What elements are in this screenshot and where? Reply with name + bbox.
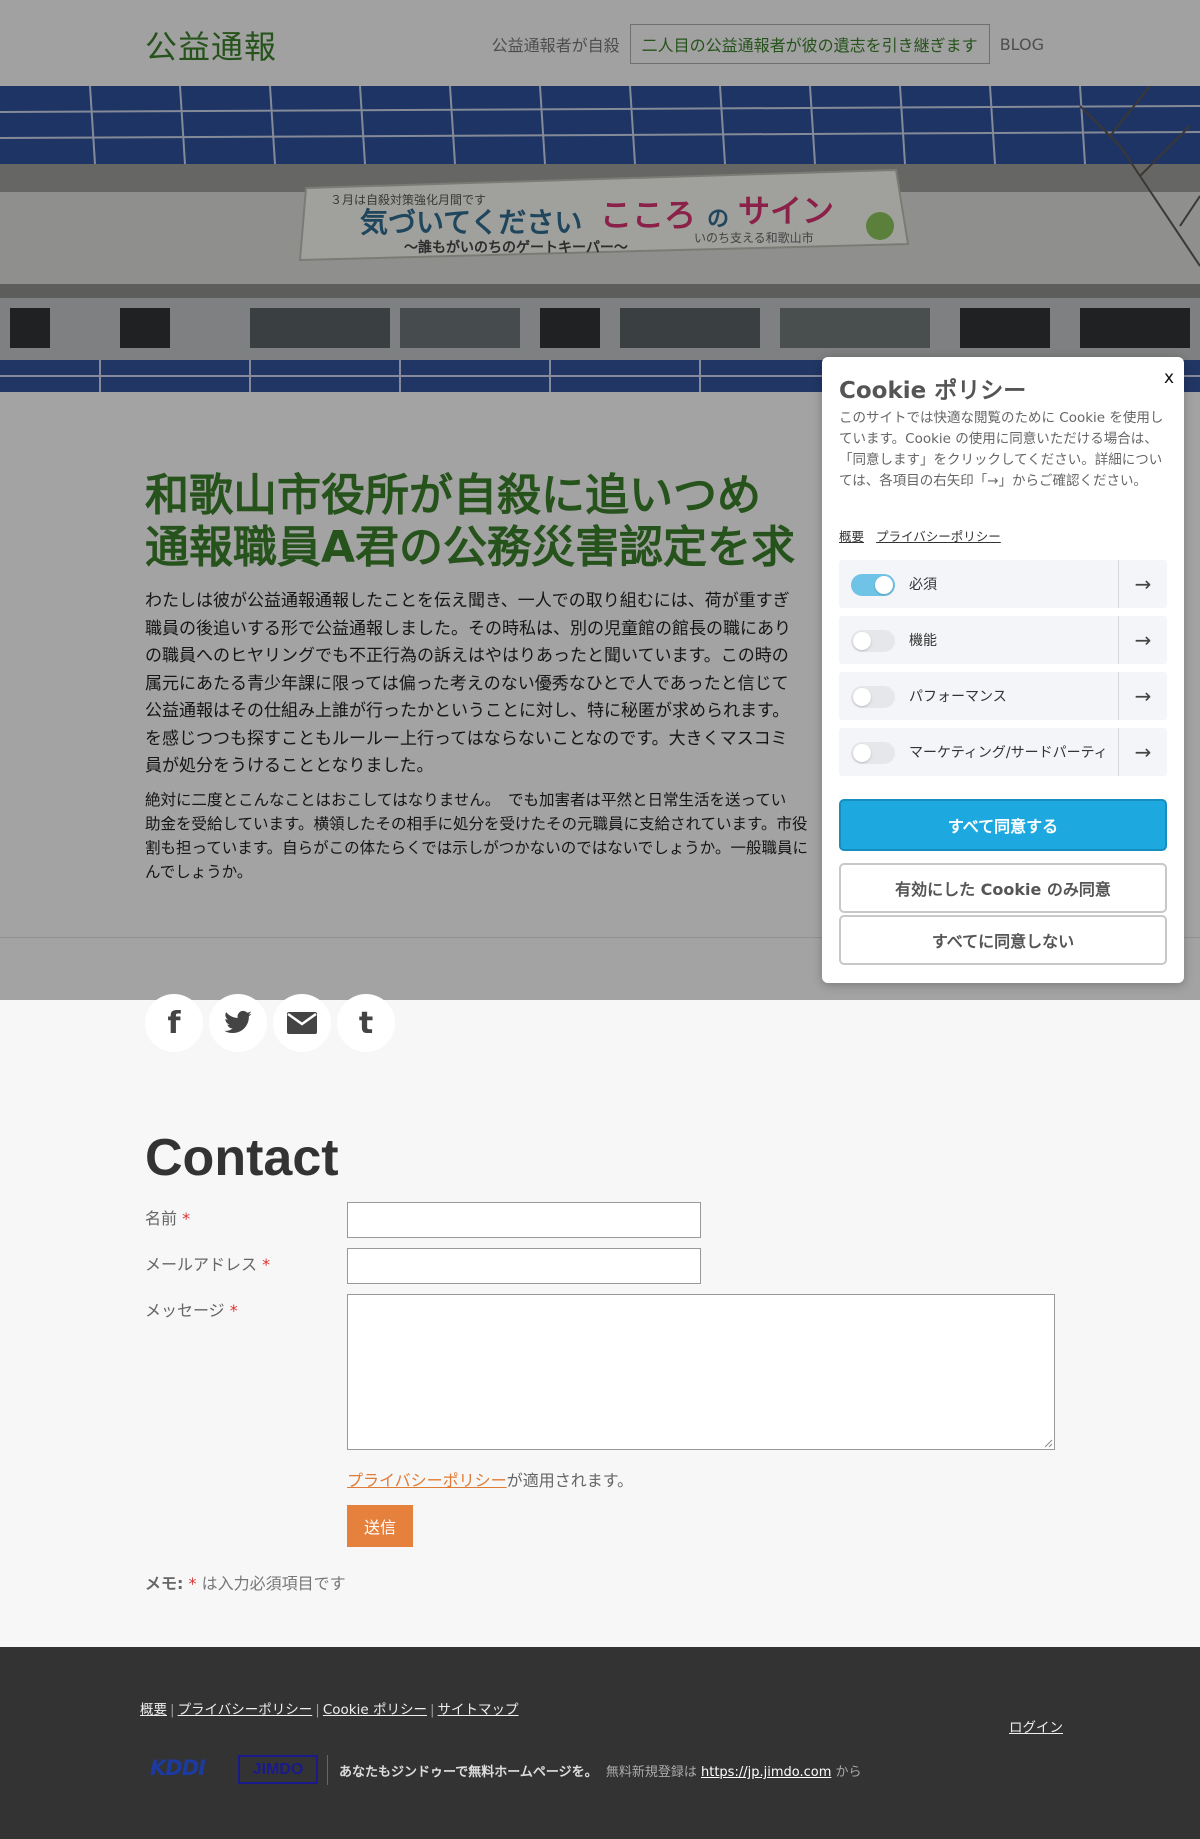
cookie-category-label: パフォーマンス bbox=[909, 689, 1007, 705]
kddi-logo[interactable]: KDDI bbox=[150, 1756, 206, 1780]
name-field[interactable] bbox=[347, 1202, 701, 1238]
cookie-dialog-title: Cookie ポリシー bbox=[839, 378, 1027, 404]
footer-link-about[interactable]: 概要 bbox=[140, 1702, 167, 1718]
facebook-share-button[interactable]: f bbox=[145, 994, 203, 1052]
site-footer: 概要 | プライバシーポリシー | Cookie ポリシー | サイトマップ ログイン KD… bbox=[0, 1647, 1200, 1839]
login-link[interactable]: ログイン bbox=[1009, 1716, 1063, 1736]
cookie-category-label: マーケティング/サードパーティ bbox=[909, 745, 1108, 761]
cookie-link-privacy[interactable]: プライバシーポリシー bbox=[876, 529, 1001, 544]
decline-all-button[interactable]: すべてに同意しない bbox=[839, 915, 1167, 965]
submit-button[interactable]: 送信 bbox=[347, 1505, 413, 1547]
footer-link-privacy[interactable]: プライバシーポリシー bbox=[178, 1702, 313, 1718]
tumblr-share-button[interactable]: t bbox=[337, 994, 395, 1052]
jimdo-promo: あなたもジンドゥーで無料ホームページを。 無料新規登録は https://jp.… bbox=[339, 1765, 862, 1780]
footer-divider bbox=[327, 1755, 328, 1785]
cookie-category-required[interactable]: 必須 → bbox=[839, 560, 1167, 608]
footer-link-sitemap[interactable]: サイトマップ bbox=[438, 1702, 519, 1718]
cookie-category-label: 必須 bbox=[909, 577, 937, 593]
email-field[interactable] bbox=[347, 1248, 701, 1284]
toggle-switch[interactable] bbox=[851, 574, 895, 596]
toggle-switch[interactable] bbox=[851, 742, 895, 764]
required-mark: * bbox=[262, 1255, 271, 1274]
accept-all-button[interactable]: すべて同意する bbox=[839, 799, 1167, 851]
contact-title: Contact bbox=[145, 1129, 339, 1187]
toggle-switch[interactable] bbox=[851, 686, 895, 708]
jimdo-logo[interactable]: JIMDO bbox=[238, 1755, 318, 1784]
arrow-right-icon[interactable]: → bbox=[1118, 560, 1167, 608]
required-memo: メモ: * は入力必須項目です bbox=[145, 1574, 346, 1593]
footer-link-cookie-policy[interactable]: Cookie ポリシー bbox=[323, 1702, 427, 1718]
cookie-category-marketing[interactable]: マーケティング/サードパーティ → bbox=[839, 728, 1167, 776]
arrow-right-icon[interactable]: → bbox=[1118, 728, 1167, 776]
email-label: メールアドレス * bbox=[145, 1255, 271, 1274]
cookie-policy-dialog: Cookie ポリシー x このサイトでは快適な閲覧のために Cookie を使… bbox=[822, 357, 1184, 983]
toggle-switch[interactable] bbox=[851, 630, 895, 652]
cookie-category-label: 機能 bbox=[909, 633, 937, 649]
resize-handle-icon[interactable] bbox=[1044, 1439, 1053, 1448]
facebook-icon: f bbox=[167, 1005, 181, 1041]
twitter-icon bbox=[224, 1010, 252, 1034]
email-icon bbox=[287, 1012, 317, 1034]
required-mark: * bbox=[229, 1301, 238, 1320]
jimdo-signup-link[interactable]: https://jp.jimdo.com bbox=[701, 1765, 831, 1780]
name-label: 名前 * bbox=[145, 1209, 191, 1228]
cookie-description: このサイトでは快適な閲覧のために Cookie を使用しています。Cookie … bbox=[839, 410, 1164, 489]
share-buttons: f t bbox=[145, 994, 395, 1052]
accept-selected-button[interactable]: 有効にした Cookie のみ同意 bbox=[839, 863, 1167, 913]
cookie-link-about[interactable]: 概要 bbox=[839, 529, 864, 544]
message-label: メッセージ * bbox=[145, 1301, 238, 1320]
arrow-right-icon[interactable]: → bbox=[1118, 616, 1167, 664]
privacy-policy-link[interactable]: プライバシーポリシー bbox=[347, 1471, 507, 1490]
arrow-right-icon[interactable]: → bbox=[1118, 672, 1167, 720]
cookie-links: 概要 プライバシーポリシー bbox=[839, 526, 1013, 545]
tumblr-icon: t bbox=[358, 1005, 374, 1041]
cookie-category-performance[interactable]: パフォーマンス → bbox=[839, 672, 1167, 720]
required-mark: * bbox=[182, 1209, 191, 1228]
close-icon[interactable]: x bbox=[1164, 368, 1174, 388]
cookie-category-functional[interactable]: 機能 → bbox=[839, 616, 1167, 664]
privacy-note: プライバシーポリシーが適用されます。 bbox=[347, 1471, 634, 1490]
twitter-share-button[interactable] bbox=[209, 994, 267, 1052]
email-share-button[interactable] bbox=[273, 994, 331, 1052]
message-textarea[interactable] bbox=[347, 1294, 1055, 1450]
footer-links: 概要 | プライバシーポリシー | Cookie ポリシー | サイトマップ bbox=[140, 1702, 519, 1718]
